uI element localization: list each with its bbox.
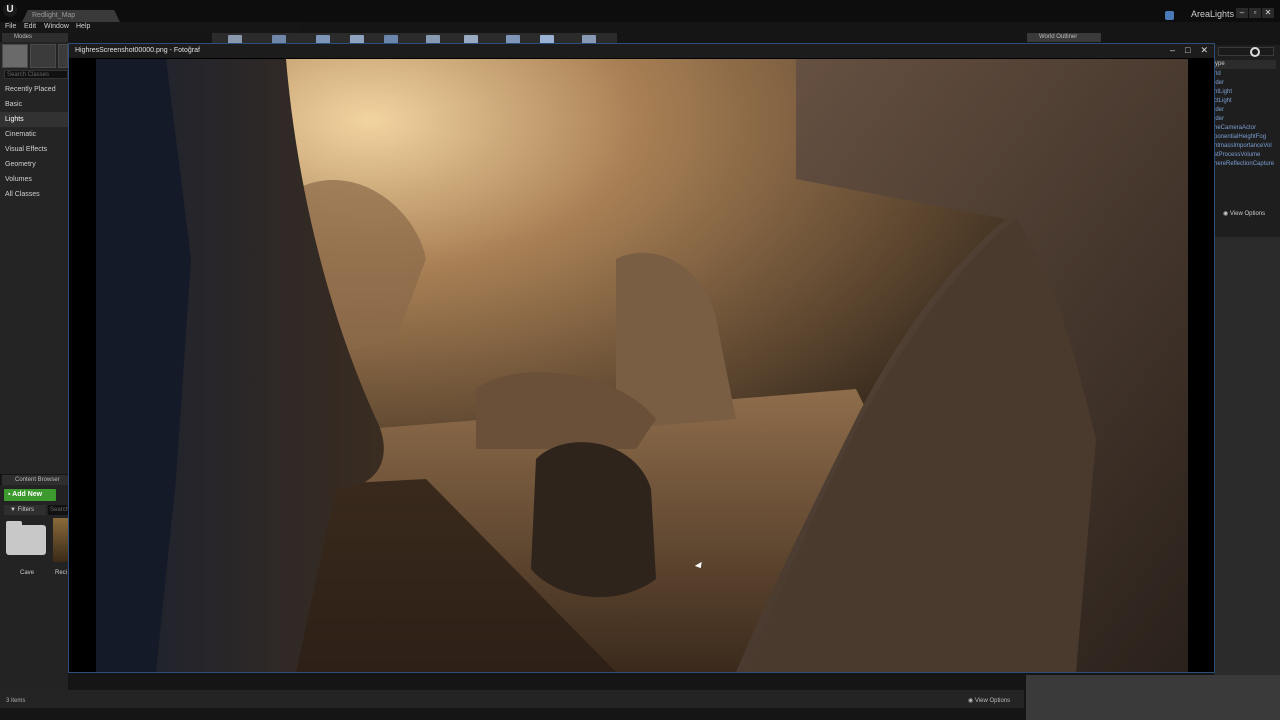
- cave-scene-illustration: [96, 59, 1188, 672]
- eye-icon: ◉: [968, 698, 975, 704]
- outliner-row[interactable]: lder: [1214, 106, 1276, 115]
- details-panel: [1026, 675, 1280, 720]
- outliner-type-header[interactable]: ype: [1214, 60, 1276, 69]
- menu-file[interactable]: File: [5, 23, 16, 30]
- asset-label: Reci: [55, 570, 68, 576]
- project-icon: [1165, 11, 1174, 20]
- outliner-row[interactable]: lder: [1214, 79, 1276, 88]
- outliner-row[interactable]: neCameraActor: [1214, 124, 1276, 133]
- add-new-label: Add New: [12, 491, 43, 498]
- category-lights[interactable]: Lights: [0, 112, 68, 127]
- menu-bar: File Edit Window Help: [0, 22, 300, 33]
- items-count: 3 items: [6, 698, 26, 704]
- category-volumes[interactable]: Volumes: [0, 172, 68, 187]
- category-all-classes[interactable]: All Classes: [0, 187, 68, 202]
- world-outliner-tab[interactable]: World Outliner: [1027, 33, 1101, 42]
- content-browser-panel: ▪ Add New ▼ Filters Search Cave Reci: [0, 485, 69, 705]
- editor-window-controls: – ▫ ✕: [1236, 8, 1274, 18]
- viewer-window-controls: – □ ✕: [1170, 45, 1208, 56]
- view-options-label: View Options: [974, 698, 1011, 704]
- category-geometry[interactable]: Geometry: [0, 157, 68, 172]
- outliner-lower-panel: [1214, 237, 1280, 675]
- editor-titlebar: U Redlight_Map AreaLights – ▫ ✕: [0, 0, 1280, 22]
- menu-window[interactable]: Window: [44, 23, 69, 30]
- folder-icon[interactable]: [6, 521, 46, 555]
- viewer-title: HighresScreenshot00000.png - Fotoğraf: [75, 47, 200, 54]
- world-outliner-panel: ype rld lder ntLight ctLight lder lder n…: [1214, 45, 1280, 237]
- modes-tab[interactable]: Modes: [2, 33, 68, 42]
- category-visual-effects[interactable]: Visual Effects: [0, 142, 68, 157]
- category-basic[interactable]: Basic: [0, 97, 68, 112]
- project-name: AreaLights: [1190, 9, 1234, 19]
- category-cinematic[interactable]: Cinematic: [0, 127, 68, 142]
- unreal-logo-icon: U: [3, 3, 17, 17]
- filter-icon: ▼: [10, 507, 16, 513]
- content-browser-tab[interactable]: Content Browser: [2, 475, 68, 485]
- asset-thumbnail[interactable]: [53, 518, 68, 562]
- viewer-minimize-button[interactable]: –: [1170, 45, 1175, 56]
- photo-viewer-window: HighresScreenshot00000.png - Fotoğraf – …: [68, 43, 1215, 673]
- filters-label: Filters: [17, 507, 34, 513]
- mode-category-list: Recently Placed Basic Lights Cinematic V…: [0, 82, 68, 202]
- outliner-row[interactable]: ponentialHeightFog: [1214, 133, 1276, 142]
- asset-search-input[interactable]: Search: [48, 505, 69, 515]
- search-classes-input[interactable]: Search Classes: [4, 70, 68, 79]
- place-mode-icon[interactable]: [2, 44, 28, 68]
- cave-screenshot-image: [96, 59, 1188, 672]
- menu-edit[interactable]: Edit: [24, 23, 36, 30]
- outliner-search-input[interactable]: [1218, 47, 1274, 56]
- paint-mode-icon[interactable]: [30, 44, 56, 68]
- close-button[interactable]: ✕: [1262, 8, 1274, 18]
- menu-help[interactable]: Help: [76, 23, 90, 30]
- outliner-view-options-button[interactable]: ◉ View Options: [1223, 210, 1265, 217]
- viewer-maximize-button[interactable]: □: [1185, 45, 1190, 56]
- modes-panel: Search Classes Recently Placed Basic Lig…: [0, 42, 68, 474]
- landscape-mode-icon[interactable]: [58, 44, 68, 68]
- viewer-close-button[interactable]: ✕: [1200, 45, 1208, 56]
- outliner-row[interactable]: ctLight: [1214, 97, 1276, 106]
- add-new-button[interactable]: ▪ Add New: [4, 489, 56, 501]
- view-options-button[interactable]: ◉ View Options: [968, 697, 1010, 704]
- category-recently-placed[interactable]: Recently Placed: [0, 82, 68, 97]
- search-icon[interactable]: [1250, 47, 1260, 57]
- outliner-row[interactable]: stProcessVolume: [1214, 151, 1276, 160]
- viewer-titlebar: HighresScreenshot00000.png - Fotoğraf – …: [69, 44, 1214, 58]
- filters-button[interactable]: ▼ Filters: [4, 505, 46, 515]
- outliner-view-options-label: View Options: [1229, 211, 1266, 217]
- outliner-row[interactable]: ntLight: [1214, 88, 1276, 97]
- outliner-row[interactable]: rld: [1214, 70, 1276, 79]
- maximize-button[interactable]: ▫: [1249, 8, 1261, 18]
- minimize-button[interactable]: –: [1236, 8, 1248, 18]
- outliner-row[interactable]: htmassImportanceVol: [1214, 142, 1276, 151]
- status-bar: [0, 690, 1024, 708]
- asset-label: Cave: [20, 570, 35, 576]
- eye-icon: ◉: [1223, 211, 1230, 217]
- outliner-row[interactable]: hereReflectionCapture: [1214, 160, 1276, 169]
- level-tab[interactable]: Redlight_Map: [22, 10, 120, 22]
- outliner-row[interactable]: lder: [1214, 115, 1276, 124]
